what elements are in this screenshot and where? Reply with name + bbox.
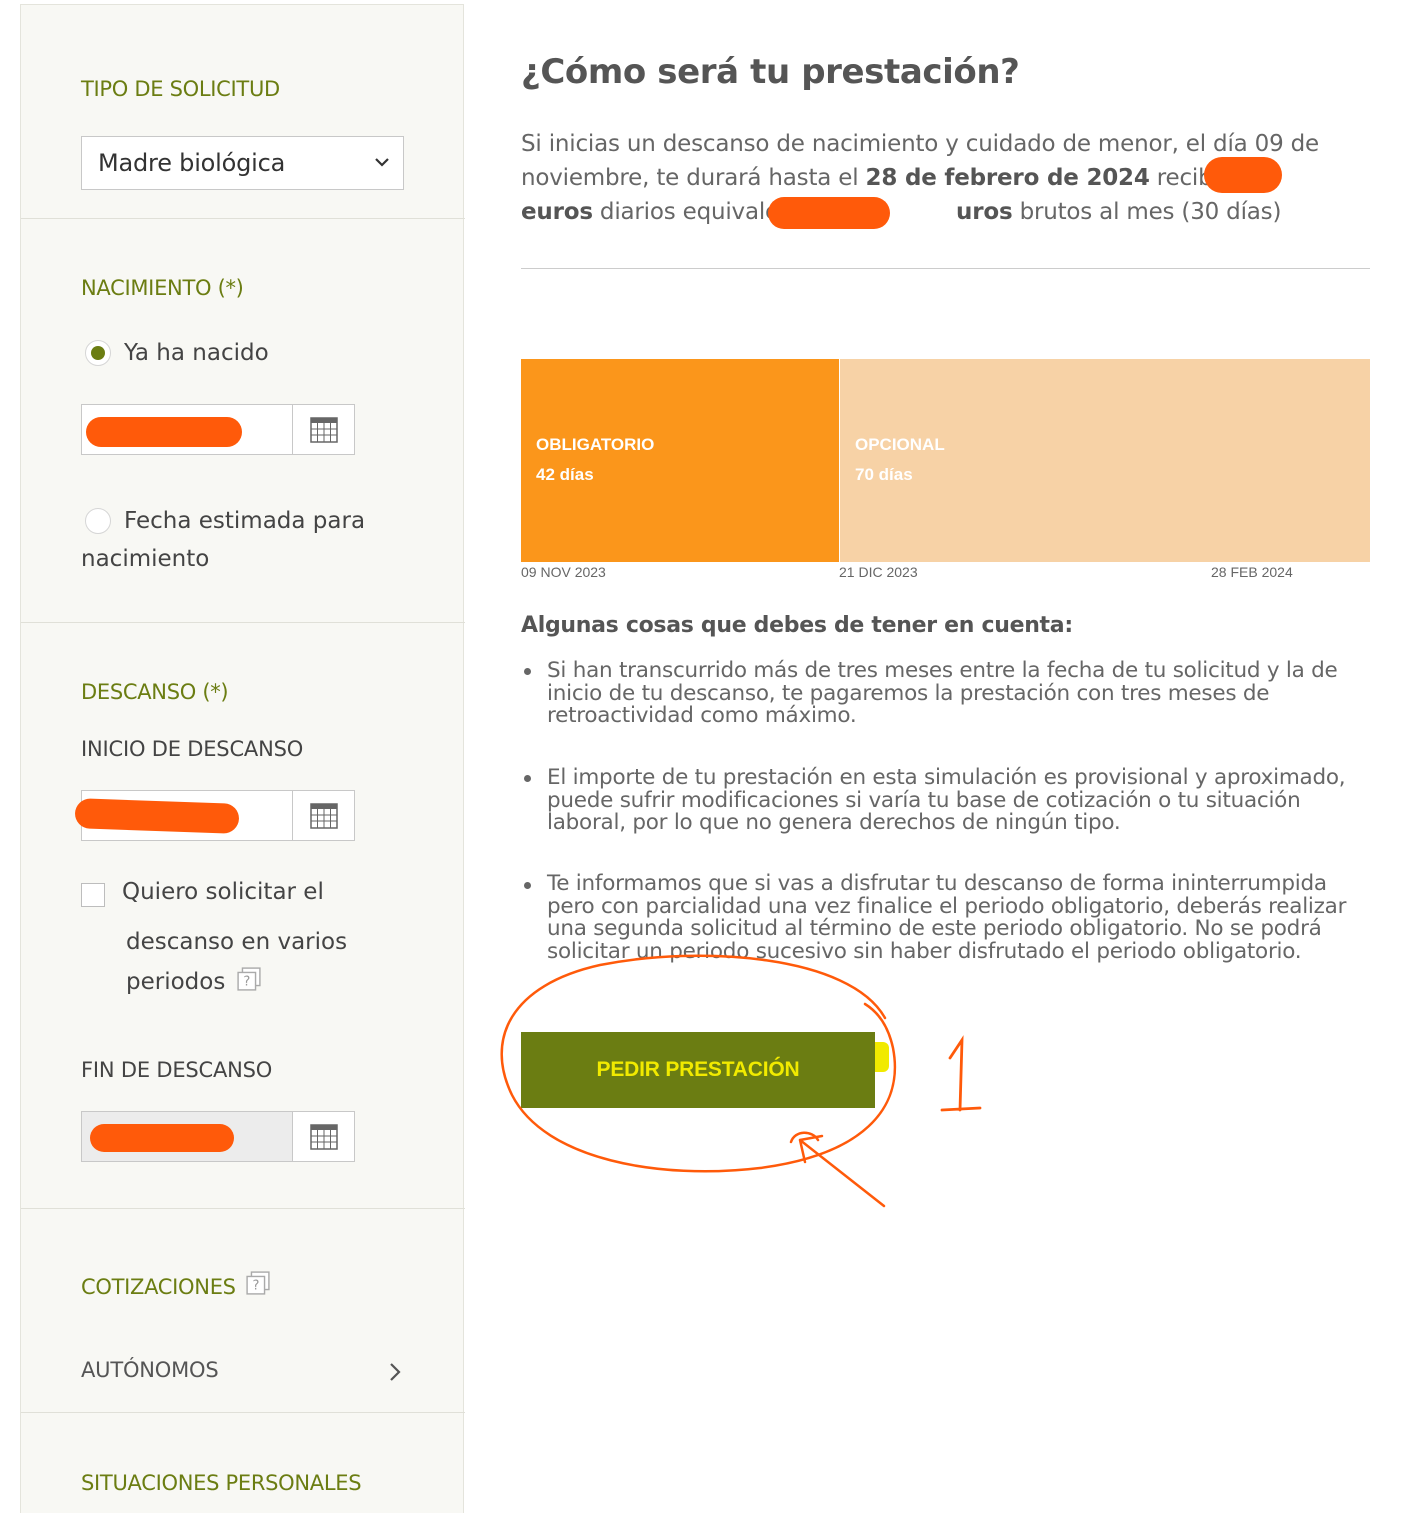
note-line: pero con parcialidad una vez finalice el… [547,893,1347,919]
help-icon[interactable]: ? [246,1271,270,1295]
multi-period-label-cont2: periodos ? [126,967,261,995]
bullet [524,882,531,889]
redaction-mark [768,197,890,229]
note-line: Te informamos que si vas a disfrutar tu … [547,871,1327,896]
optional-days: 70 días [855,465,913,484]
help-icon[interactable]: ? [237,967,261,991]
end-date-field [81,1111,355,1162]
tipo-solicitud-select[interactable]: Madre biológica [81,136,404,190]
calendar-icon [309,416,338,443]
section-title-situaciones: SITUACIONES PERSONALES [81,1471,362,1495]
mandatory-label: OBLIGATORIO [536,435,655,454]
euros-text: euros [521,199,593,225]
timeline-date-mid: 21 DIC 2023 [839,564,918,580]
annotation-numeral-stroke [940,1035,982,1112]
chevron-down-icon [375,158,389,167]
divider [521,268,1370,269]
page-title: ¿Cómo será tu prestación? [521,52,1020,92]
end-date-calendar-button[interactable] [292,1112,354,1161]
cta-accent [873,1042,889,1072]
timeline-bar: OBLIGATORIO 42 días OPCIONAL 70 días [521,359,1370,562]
start-date-calendar-button[interactable] [292,791,354,840]
optional-label: OPCIONAL [855,435,945,454]
section-title-tipo: TIPO DE SOLICITUD [81,77,280,101]
radio-estimated-label: Fecha estimada para [124,508,366,534]
start-label: INICIO DE DESCANSO [81,737,304,761]
redaction-mark [90,1124,234,1152]
note-3: Te informamos que si vas a disfrutar tu … [547,871,1357,964]
note-line: solicitar un periodo sucesivo sin haber … [547,938,1302,964]
redaction-mark [74,798,240,834]
divider [21,622,465,623]
annotation-arrow [798,1134,886,1208]
birth-date-calendar-button[interactable] [292,405,354,454]
intro-text: brutos al mes (30 días) [1012,199,1282,225]
pedir-prestacion-button[interactable]: PEDIR PRESTACIÓN [521,1032,875,1108]
birth-date-field[interactable] [81,404,355,455]
svg-text:?: ? [253,1279,260,1294]
note-line: una segunda solicitud al término de este… [547,916,1322,941]
note-2: El importe de tu prestación en esta simu… [547,765,1357,835]
cotizaciones-label: COTIZACIONES [81,1275,236,1299]
note-line: Si han transcurrido más de tres meses en… [547,658,1338,683]
section-title-cotizaciones: COTIZACIONES ? [81,1271,270,1299]
note-line: inicio de tu descanso, te pagaremos la p… [547,680,1270,706]
radio-born-label: Ya ha nacido [124,340,269,366]
timeline-mandatory: OBLIGATORIO 42 días [521,359,839,562]
note-line: El importe de tu prestación en esta simu… [547,765,1346,790]
radio-estimated[interactable] [85,508,111,534]
start-date-field[interactable] [74,790,355,841]
radio-born[interactable] [85,340,111,366]
timeline-optional: OPCIONAL 70 días [840,359,1370,562]
redaction-mark [1204,157,1282,193]
calendar-icon [309,1123,338,1150]
multi-period-checkbox[interactable] [81,883,105,907]
radio-estimated-label-cont: nacimiento [81,546,210,572]
note-line: retroactividad como máximo. [547,703,857,728]
tipo-solicitud-value: Madre biológica [98,149,286,177]
redaction-mark [86,417,242,447]
divider [21,218,465,219]
notes-title: Algunas cosas que debes de tener en cuen… [521,613,1073,638]
autonomos-item[interactable]: AUTÓNOMOS [81,1358,219,1382]
multi-period-label: Quiero solicitar el [122,879,324,905]
bullet [524,668,531,675]
mandatory-days: 42 días [536,465,594,484]
bullet [524,775,531,782]
multi-period-label-cont: descanso en varios [126,929,348,955]
svg-text:?: ? [243,975,250,990]
multi-period-label-end: periodos [126,969,226,995]
note-line: laboral, por lo que no genera derechos d… [547,810,1121,835]
timeline-date-start: 09 NOV 2023 [521,564,606,580]
end-date-text: 28 de febrero de 2024 [865,165,1150,191]
section-title-nacimiento: NACIMIENTO (*) [81,276,244,300]
note-line: puede sufrir modificaciones si varía tu … [547,787,1301,813]
euros-text: uros [956,199,1013,225]
divider [21,1208,465,1209]
calendar-icon [309,802,338,829]
annotation-number: 1 [0,0,1,1]
chevron-right-icon[interactable] [385,1361,405,1383]
note-1: Si han transcurrido más de tres meses en… [547,658,1357,728]
divider [21,1412,465,1413]
timeline-date-end: 28 FEB 2024 [1211,564,1293,580]
annotation-arrow-curl [789,1131,820,1144]
section-title-descanso: DESCANSO (*) [81,680,229,704]
end-label: FIN DE DESCANSO [81,1058,273,1082]
sidebar: TIPO DE SOLICITUD Madre biológica NACIMI… [20,4,465,1513]
